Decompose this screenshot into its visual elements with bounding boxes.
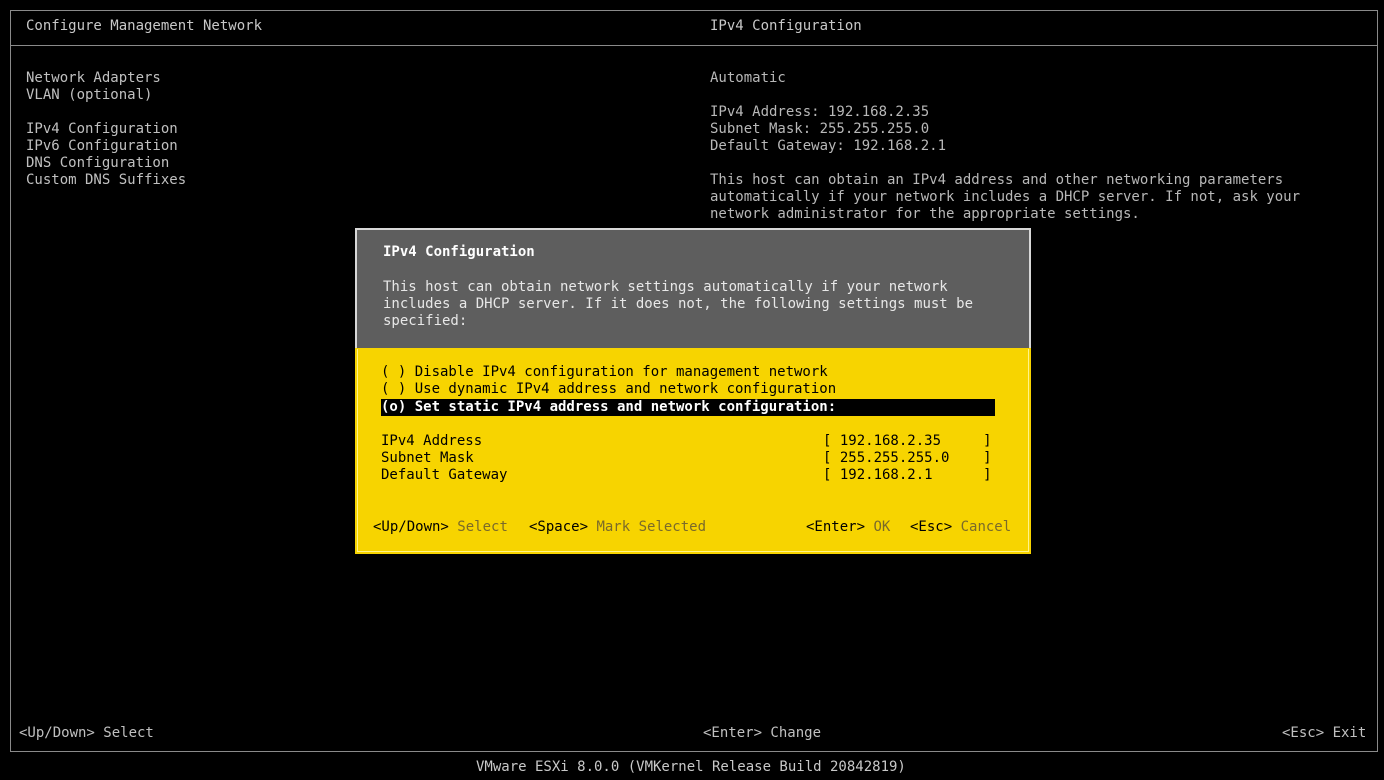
hint-desc-cancel: Cancel [960,519,1012,535]
menu-item-ipv6-configuration[interactable]: IPv6 Configuration [26,138,186,155]
subnet-mask-field[interactable]: [ 255.255.255.0 ] [823,450,992,467]
configure-menu: Network Adapters VLAN (optional) IPv4 Co… [26,70,186,189]
dcui-screen: Configure Management Network IPv4 Config… [0,0,1384,780]
info-description-line: network administrator for the appropriat… [710,206,1140,222]
info-description-line: This host can obtain an IPv4 address and… [710,172,1284,188]
info-description-line: automatically if your network includes a… [710,189,1301,205]
hint-key-updown: <Up/Down> [373,519,449,535]
hint-desc-mark-selected: Mark Selected [596,519,707,535]
hint-desc-select: Select [457,519,508,535]
menu-item-custom-dns-suffixes[interactable]: Custom DNS Suffixes [26,172,186,189]
ipv4-address-label: IPv4 Address [381,433,483,449]
header-divider [10,45,1378,46]
menu-item-network-adapters[interactable]: Network Adapters [26,70,186,87]
default-gateway-readout: Default Gateway: 192.168.2.1 [710,138,947,154]
ipv4-info-panel: Automatic IPv4 Address: 192.168.2.35 Sub… [710,70,1300,223]
footer-exit-hint[interactable]: <Esc> Exit [1282,725,1366,742]
hint-esc[interactable]: <Esc> Cancel [910,519,1011,536]
ipv4-configuration-dialog: IPv4 Configuration This host can obtain … [355,228,1031,554]
ipv4-address-readout: IPv4 Address: 192.168.2.35 [710,104,930,120]
footer-change-hint: <Enter> Change [703,725,822,741]
hint-space: <Space> Mark Selected [529,519,706,536]
default-gateway-field[interactable]: [ 192.168.2.1 ] [823,467,992,484]
hint-key-space: <Space> [529,519,589,535]
hint-updown: <Up/Down> Select [373,519,508,536]
dialog-description: This host can obtain network settings au… [383,279,973,330]
dialog-header: IPv4 Configuration This host can obtain … [355,228,1031,348]
menu-item-dns-configuration[interactable]: DNS Configuration [26,155,186,172]
dialog-description-line: specified: [383,313,468,329]
hint-key-enter: <Enter> [806,519,866,535]
dialog-description-line: includes a DHCP server. If it does not, … [383,296,974,312]
option-disable-ipv4[interactable]: ( ) Disable IPv4 configuration for manag… [381,364,828,381]
dialog-description-line: This host can obtain network settings au… [383,279,948,295]
option-dynamic-ipv4[interactable]: ( ) Use dynamic IPv4 address and network… [381,381,836,398]
dialog-title: IPv4 Configuration [383,244,535,260]
footer-select-hint: <Up/Down> Select [19,725,154,741]
hint-key-esc: <Esc> [910,519,953,535]
menu-item-vlan[interactable]: VLAN (optional) [26,87,186,104]
menu-item-ipv4-configuration[interactable]: IPv4 Configuration [26,121,186,138]
ipv4-address-field[interactable]: [ 192.168.2.35 ] [823,433,992,450]
right-pane-title: IPv4 Configuration [710,18,862,34]
subnet-mask-readout: Subnet Mask: 255.255.255.0 [710,121,930,137]
subnet-mask-label: Subnet Mask [381,450,474,466]
hint-enter[interactable]: <Enter> OK [806,519,890,536]
ipv4-mode: Automatic [710,70,786,86]
default-gateway-label: Default Gateway [381,467,508,483]
hint-desc-ok: OK [873,519,891,535]
dialog-body: ( ) Disable IPv4 configuration for manag… [355,348,1031,554]
option-static-ipv4[interactable]: (o) Set static IPv4 address and network … [381,399,995,416]
left-pane-title: Configure Management Network [26,18,263,34]
version-banner: VMware ESXi 8.0.0 (VMKernel Release Buil… [476,759,906,775]
